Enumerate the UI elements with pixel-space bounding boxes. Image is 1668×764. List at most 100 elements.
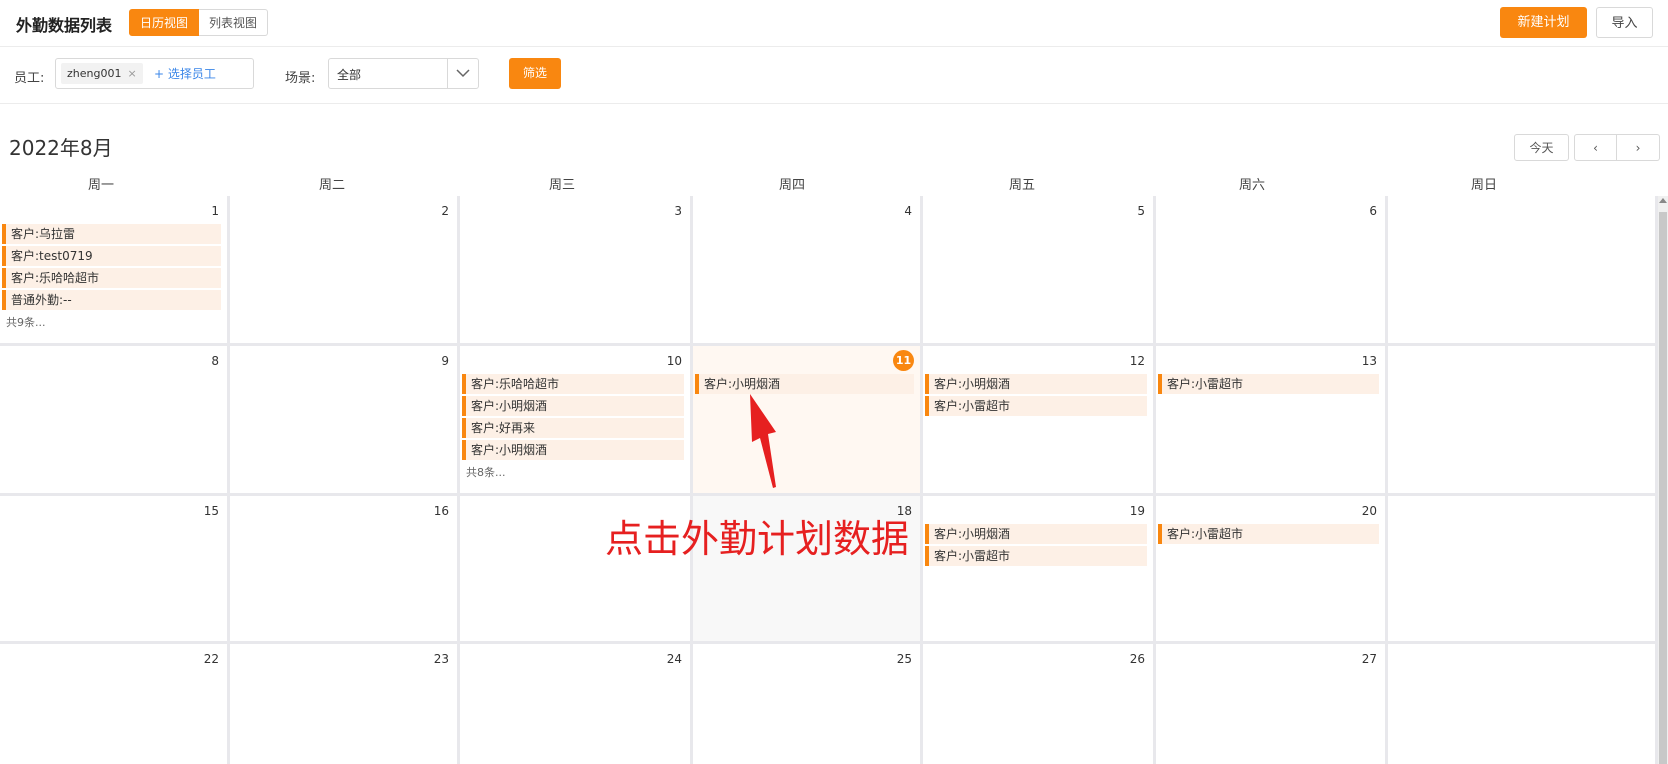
calendar-day-cell[interactable]: 1 客户:乌拉雷客户:test0719 客户:乐哈哈超市 普通外勤:-- 共9条... — [0, 196, 230, 346]
annotation-arrow-icon — [750, 394, 776, 488]
day-number: 13 — [1361, 354, 1377, 368]
top-bar: 外勤数据列表 日历视图 列表视图 新建计划 导入 — [0, 0, 1668, 47]
filter-button[interactable]: 筛选 — [509, 58, 561, 89]
day-number: 23 — [433, 652, 449, 666]
event-item[interactable]: 客户:好再来 — [462, 418, 684, 438]
day-number: 20 — [1361, 504, 1377, 518]
calendar-day-cell[interactable]: 9 — [230, 346, 460, 496]
calendar-day-cell[interactable] — [1388, 496, 1658, 644]
add-employee-link[interactable]: + 选择员工 — [154, 65, 216, 82]
event-label: 客户:小明烟酒 — [934, 377, 1011, 391]
calendar-day-cell[interactable]: 19 客户:小明烟酒客户:小雷超市 — [923, 496, 1156, 644]
calendar-day-cell[interactable]: 6 — [1156, 196, 1388, 346]
next-month-button[interactable]: › — [1617, 134, 1660, 161]
more-events-link[interactable]: 共8条... — [466, 464, 506, 480]
import-button[interactable]: 导入 — [1596, 7, 1653, 38]
event-label: 客户:小明烟酒 — [704, 377, 781, 391]
event-item[interactable]: 普通外勤:-- — [2, 290, 221, 310]
event-item[interactable]: 客户:乐哈哈超市 — [462, 374, 684, 394]
employee-tag: zheng001 × — [61, 63, 143, 84]
scroll-up-icon[interactable] — [1659, 198, 1667, 203]
event-item[interactable]: 客户:乌拉雷 — [2, 224, 221, 244]
event-item[interactable]: 客户:小明烟酒 — [695, 374, 914, 394]
event-label: 客户:乐哈哈超市 — [11, 271, 100, 285]
calendar-day-cell[interactable]: 24 — [460, 644, 693, 764]
day-number: 15 — [203, 504, 219, 518]
weekday-4: 周四 — [778, 178, 805, 193]
calendar-day-cell[interactable]: 23 — [230, 644, 460, 764]
weekday-2: 周二 — [318, 178, 345, 193]
day-number: 19 — [1129, 504, 1145, 518]
calendar-day-cell[interactable]: 10 客户:乐哈哈超市 客户:小明烟酒 客户:好再来 客户:小明烟酒 共8条... — [460, 346, 693, 496]
weekday-7: 周日 — [1470, 178, 1497, 193]
event-label: 普通外勤:-- — [11, 293, 72, 307]
scrollbar[interactable] — [1658, 196, 1668, 764]
event-label: 客户:小雷超市 — [934, 549, 1011, 563]
event-label: 客户:test0719 — [11, 249, 93, 263]
day-number: 12 — [1129, 354, 1145, 368]
event-item[interactable]: 客户:小雷超市 — [925, 546, 1147, 566]
calendar-day-cell[interactable]: 13 客户:小雷超市 — [1156, 346, 1388, 496]
event-label: 客户:好再来 — [471, 421, 536, 435]
calendar-day-cell[interactable]: 12 客户:小明烟酒客户:小雷超市 — [923, 346, 1156, 496]
event-item[interactable]: 客户:小雷超市 — [1158, 524, 1379, 544]
new-plan-button[interactable]: 新建计划 — [1500, 7, 1587, 38]
page-title: 外勤数据列表 — [16, 16, 113, 35]
day-number: 22 — [203, 652, 219, 666]
calendar-day-cell[interactable]: 22 — [0, 644, 230, 764]
calendar-day-cell[interactable]: 4 — [693, 196, 923, 346]
scroll-thumb[interactable] — [1659, 212, 1667, 764]
event-item[interactable]: 客户:小明烟酒 — [462, 396, 684, 416]
calendar-day-cell[interactable]: 27 — [1156, 644, 1388, 764]
day-number: 26 — [1129, 652, 1145, 666]
more-events-link[interactable]: 共9条... — [6, 314, 46, 330]
calendar-day-cell[interactable]: 25 — [693, 644, 923, 764]
scene-value: 全部 — [337, 68, 362, 82]
event-item[interactable]: 客户:小明烟酒 — [462, 440, 684, 460]
calendar-day-cell[interactable]: 16 — [230, 496, 460, 644]
tag-close-icon[interactable]: × — [127, 67, 136, 80]
day-number: 25 — [896, 652, 912, 666]
day-number: 4 — [904, 204, 912, 218]
list-view-tab[interactable]: 列表视图 — [199, 9, 269, 36]
event-label: 客户:小雷超市 — [1167, 377, 1244, 391]
day-number: 27 — [1361, 652, 1377, 666]
event-item[interactable]: 客户:小雷超市 — [925, 396, 1147, 416]
calendar-day-cell[interactable]: 15 — [0, 496, 230, 644]
day-number: 5 — [1137, 204, 1145, 218]
calendar-day-cell[interactable]: 2 — [230, 196, 460, 346]
scene-label: 场景: — [285, 71, 316, 86]
today-button[interactable]: 今天 — [1514, 134, 1569, 161]
day-number: 1 — [211, 204, 219, 218]
calendar-day-cell[interactable]: 8 — [0, 346, 230, 496]
calendar-view-tab[interactable]: 日历视图 — [129, 9, 200, 36]
event-item[interactable]: 客户:小雷超市 — [1158, 374, 1379, 394]
event-item[interactable]: 客户:test0719 — [2, 246, 221, 266]
calendar-day-cell[interactable]: 26 — [923, 644, 1156, 764]
chevron-down-icon[interactable] — [447, 59, 478, 88]
event-item[interactable]: 客户:小明烟酒 — [925, 374, 1147, 394]
day-number: 2 — [441, 204, 449, 218]
weekday-5: 周五 — [1008, 178, 1035, 193]
calendar-day-cell[interactable]: 3 — [460, 196, 693, 346]
weekday-3: 周三 — [548, 178, 575, 193]
calendar-day-cell[interactable]: 20 客户:小雷超市 — [1156, 496, 1388, 644]
event-item[interactable]: 客户:乐哈哈超市 — [2, 268, 221, 288]
weekday-6: 周六 — [1238, 178, 1265, 193]
calendar-day-cell[interactable] — [1388, 196, 1658, 346]
employee-label: 员工: — [14, 71, 45, 86]
calendar-day-cell[interactable] — [1388, 644, 1658, 764]
day-number: 10 — [666, 354, 682, 368]
day-number: 6 — [1369, 204, 1377, 218]
event-label: 客户:乌拉雷 — [11, 227, 76, 241]
calendar-day-cell[interactable]: 5 — [923, 196, 1156, 346]
prev-month-button[interactable]: ‹ — [1574, 134, 1617, 161]
scene-select[interactable]: 全部 — [328, 58, 479, 89]
calendar-day-cell[interactable]: 11 客户:小明烟酒 — [693, 346, 923, 496]
event-label: 客户:乐哈哈超市 — [471, 377, 560, 391]
calendar-day-cell[interactable] — [1388, 346, 1658, 496]
employee-select[interactable]: zheng001 × + 选择员工 — [55, 58, 254, 89]
event-item[interactable]: 客户:小明烟酒 — [925, 524, 1147, 544]
day-number: 9 — [441, 354, 449, 368]
today-badge: 11 — [893, 350, 914, 371]
